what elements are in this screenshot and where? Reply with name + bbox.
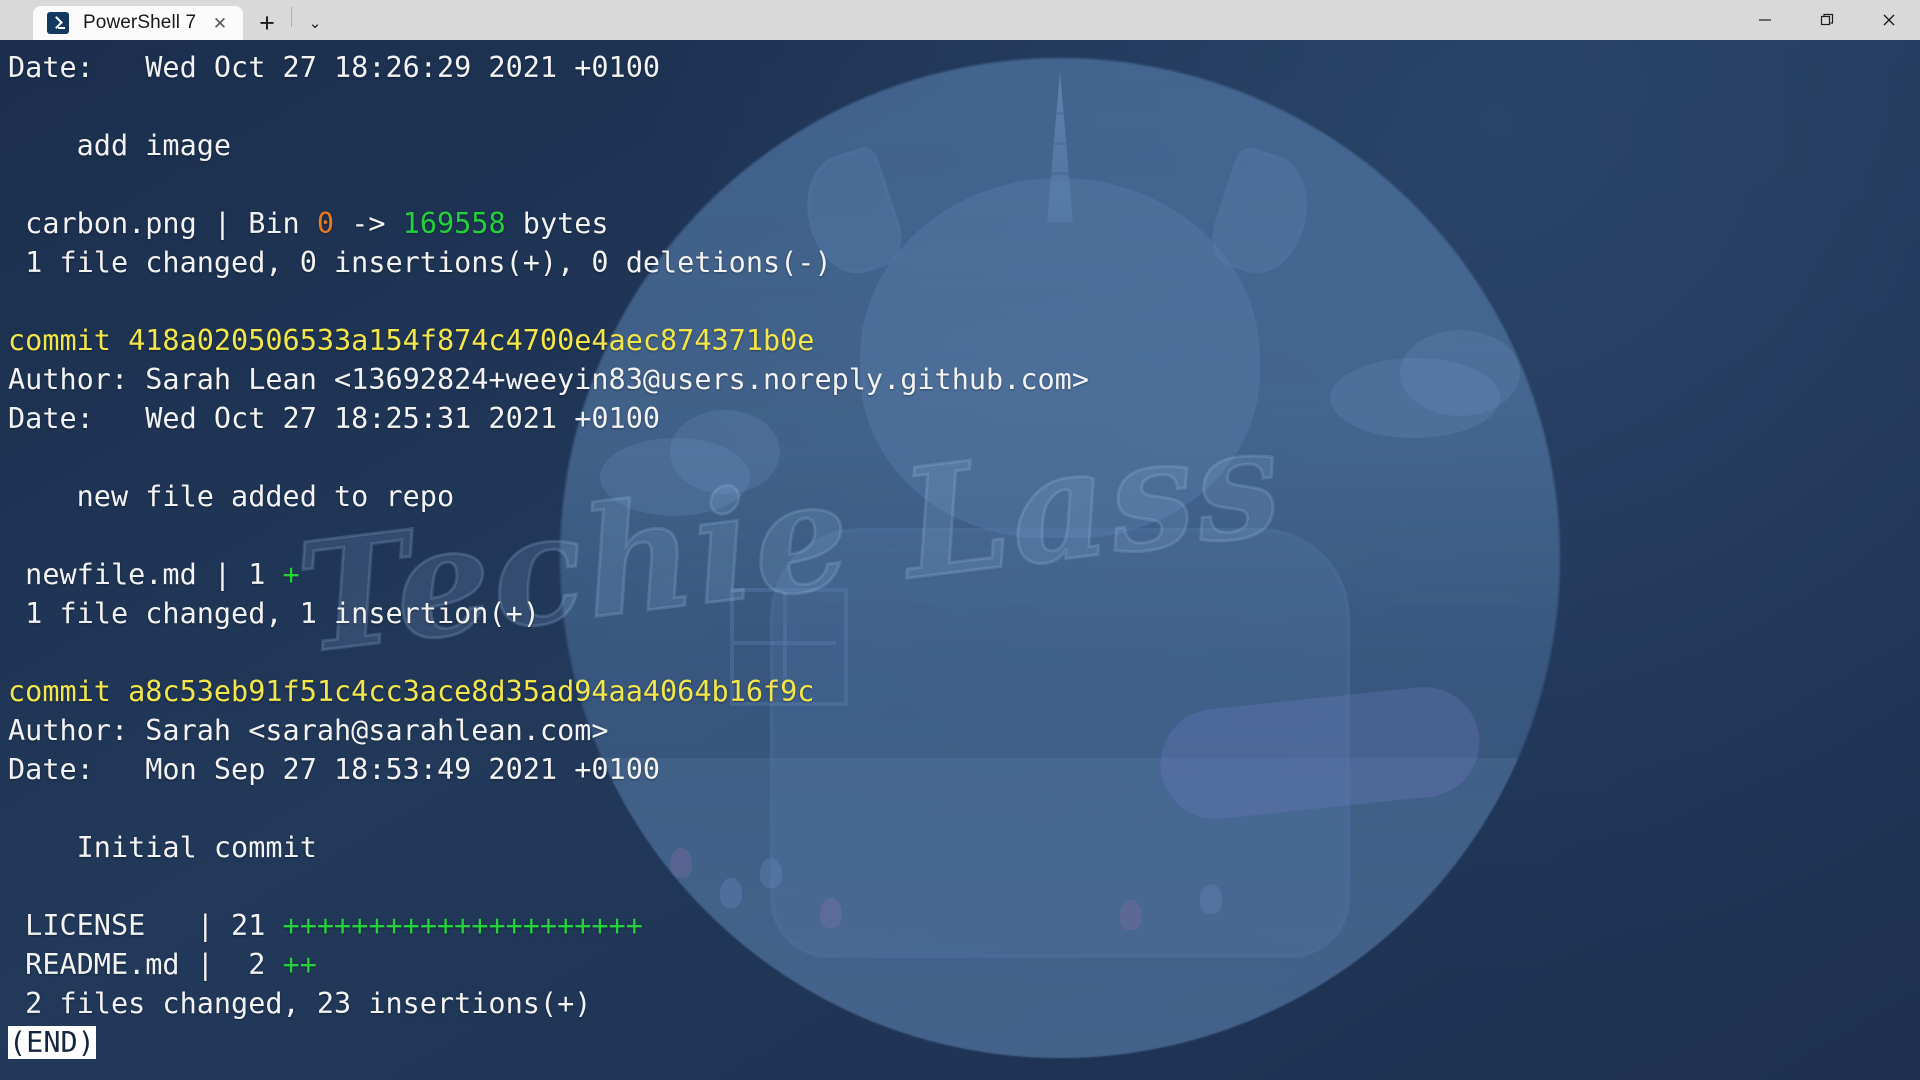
- chevron-down-icon[interactable]: ⌄: [292, 6, 338, 40]
- terminal-line: 2 files changed, 23 insertions(+): [8, 984, 1920, 1023]
- terminal-text-segment: LICENSE | 21: [8, 909, 283, 942]
- terminal-text-segment: commit 418a020506533a154f874c4700e4aec87…: [8, 324, 815, 357]
- terminal-line: commit 418a020506533a154f874c4700e4aec87…: [8, 321, 1920, 360]
- terminal-line: Initial commit: [8, 828, 1920, 867]
- minimize-button[interactable]: [1734, 0, 1796, 40]
- close-tab-icon[interactable]: ✕: [207, 10, 233, 36]
- terminal-text-segment: Author: Sarah Lean <13692824+weeyin83@us…: [8, 363, 1089, 396]
- terminal-text-segment: +++++++++++++++++++++: [282, 909, 643, 942]
- terminal-text-segment: Date: Wed Oct 27 18:25:31 2021 +0100: [8, 402, 661, 435]
- terminal-line: Author: Sarah Lean <13692824+weeyin83@us…: [8, 360, 1920, 399]
- terminal-text-segment: Author: Sarah <sarah@sarahlean.com>: [8, 714, 609, 747]
- terminal-text-segment: newfile.md | 1: [8, 558, 283, 591]
- terminal-line: Author: Sarah <sarah@sarahlean.com>: [8, 711, 1920, 750]
- restore-button[interactable]: [1796, 0, 1858, 40]
- close-button[interactable]: [1858, 0, 1920, 40]
- terminal-line: Date: Mon Sep 27 18:53:49 2021 +0100: [8, 750, 1920, 789]
- terminal-line: README.md | 2 ++: [8, 945, 1920, 984]
- terminal-line: 1 file changed, 0 insertions(+), 0 delet…: [8, 243, 1920, 282]
- terminal-line: commit a8c53eb91f51c4cc3ace8d35ad94aa406…: [8, 672, 1920, 711]
- terminal-text-segment: bytes: [505, 207, 609, 240]
- terminal-line: (END): [8, 1023, 1920, 1062]
- powershell-prompt-icon: [47, 12, 69, 34]
- terminal-text-segment: 1 file changed, 0 insertions(+), 0 delet…: [8, 246, 832, 279]
- terminal-text-segment: 0: [316, 207, 335, 240]
- terminal-line: LICENSE | 21 +++++++++++++++++++++: [8, 906, 1920, 945]
- terminal-line: new file added to repo: [8, 477, 1920, 516]
- title-bar: PowerShell 7 ✕ + ⌄: [0, 0, 1920, 40]
- tab-strip: PowerShell 7 ✕ + ⌄: [0, 0, 338, 40]
- tab-powershell-7[interactable]: PowerShell 7 ✕: [33, 6, 243, 40]
- terminal-text-segment: Date: Mon Sep 27 18:53:49 2021 +0100: [8, 753, 661, 786]
- terminal-text-segment: 1 file changed, 1 insertion(+): [8, 597, 540, 630]
- terminal-text-segment: +: [282, 558, 300, 591]
- terminal-line: Date: Wed Oct 27 18:25:31 2021 +0100: [8, 399, 1920, 438]
- terminal-output: Date: Wed Oct 27 18:26:29 2021 +0100 add…: [0, 40, 1920, 1080]
- terminal-text-segment: Date: Wed Oct 27 18:26:29 2021 +0100: [8, 51, 661, 84]
- terminal-text-segment: Initial commit: [8, 831, 317, 864]
- terminal-line: newfile.md | 1 +: [8, 555, 1920, 594]
- tab-label: PowerShell 7: [83, 12, 197, 33]
- terminal-text-segment: 2 files changed, 23 insertions(+): [8, 987, 592, 1020]
- window-controls: [1734, 0, 1920, 40]
- new-tab-button[interactable]: +: [243, 6, 291, 40]
- terminal-text-segment: ++: [282, 948, 317, 981]
- terminal-line: 1 file changed, 1 insertion(+): [8, 594, 1920, 633]
- terminal-text-segment: add image: [8, 129, 232, 162]
- terminal-text-segment: (END): [8, 1026, 96, 1059]
- terminal-text-segment: ->: [334, 207, 403, 240]
- terminal-text-segment: commit a8c53eb91f51c4cc3ace8d35ad94aa406…: [8, 675, 815, 708]
- terminal-text-segment: new file added to repo: [8, 480, 455, 513]
- terminal-line: add image: [8, 126, 1920, 165]
- terminal-text-segment: README.md | 2: [8, 948, 283, 981]
- terminal-line: Date: Wed Oct 27 18:26:29 2021 +0100: [8, 48, 1920, 87]
- terminal-line: carbon.png | Bin 0 -> 169558 bytes: [8, 204, 1920, 243]
- terminal-text-segment: carbon.png | Bin: [8, 207, 317, 240]
- terminal-text-segment: 169558: [402, 207, 506, 240]
- terminal-pane[interactable]: Techie Lass Date: Wed Oct 27 18:26:29 20…: [0, 40, 1920, 1080]
